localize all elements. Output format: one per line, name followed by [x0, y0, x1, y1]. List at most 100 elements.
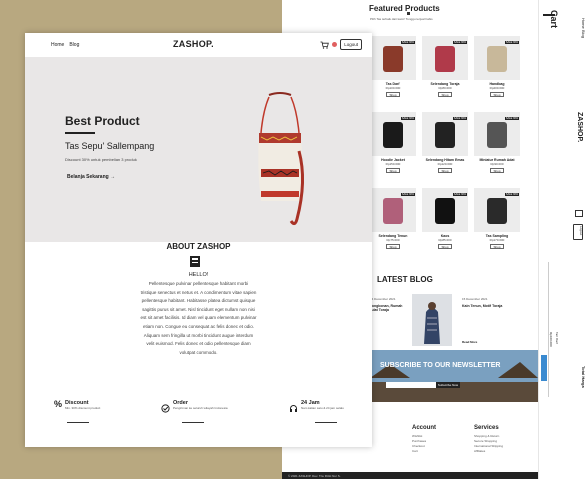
- shop-button[interactable]: Shop: [490, 168, 504, 173]
- product-price: Rp75.000: [386, 238, 400, 242]
- product-image[interactable]: SALE 30%: [422, 36, 468, 80]
- footer-account-link[interactable]: Cart: [412, 449, 426, 454]
- side-checkout-button[interactable]: [541, 355, 547, 381]
- product-image[interactable]: SALE 30%: [370, 112, 416, 156]
- product-image[interactable]: SALE 30%: [422, 188, 468, 232]
- blog-title: LATEST BLOG: [377, 275, 433, 284]
- blog1-date: 14 December 2021: [370, 297, 396, 301]
- product-image[interactable]: SALE 30%: [370, 188, 416, 232]
- about-line: velit euismod. Felis donec et odio pelle…: [146, 341, 251, 347]
- shop-now-link[interactable]: Belanja Sekarang →: [67, 174, 115, 180]
- cart-icon[interactable]: [320, 41, 330, 49]
- top-nav: Home Blog ZASHOP. Logout: [25, 33, 372, 57]
- hero-product-name: Tas Sepu' Sallempang: [65, 141, 155, 151]
- featured-title: Featured Products: [369, 4, 440, 13]
- footer-services-list: Shopping & Return Secure Shopping Intern…: [474, 434, 503, 454]
- side-logout-button[interactable]: Logout: [573, 224, 583, 240]
- sale-tag: SALE 30%: [452, 117, 467, 120]
- product-image[interactable]: SALE 30%: [474, 112, 520, 156]
- product-card[interactable]: SALE 30% Selendang Tenun Rp75.000 Shop: [370, 188, 416, 249]
- product-price: Rp90.000: [490, 162, 504, 166]
- user-avatar[interactable]: [332, 42, 338, 47]
- footer-services-link[interactable]: Affiliates: [474, 449, 503, 454]
- footer-account-list: Wishlist Purchases Checkout Cart: [412, 434, 426, 454]
- about-line: etiam non. Congue eu consequat ac felis …: [142, 323, 255, 329]
- blog2-read-more[interactable]: Read More: [462, 340, 477, 344]
- newsletter-title: SUBSCRIBE TO OUR NEWSLETTER: [380, 362, 501, 369]
- footer-services-title: Services: [474, 425, 499, 431]
- support-icon: [289, 400, 298, 418]
- blog2-date: 15 December 2021: [462, 297, 488, 301]
- product-card[interactable]: SALE 30% Tas Sampling Rp170.000 Shop: [474, 188, 520, 249]
- cart-page-screenshot: Cart Home Blog ZASHOP. Logout Tas' Dari'…: [538, 0, 587, 479]
- newsletter-banner: SUBSCRIBE TO OUR NEWSLETTER Subscribe No…: [370, 350, 538, 402]
- sale-tag: SALE 30%: [504, 117, 519, 120]
- sale-tag: SALE 30%: [400, 41, 415, 44]
- shop-button[interactable]: Shop: [490, 92, 504, 97]
- product-image[interactable]: SALE 30%: [370, 36, 416, 80]
- feature-text: Nam kalian satu & 24 jam selalu: [301, 406, 344, 410]
- feature-underline: [182, 422, 204, 423]
- hero-discount: Discount 30% untuk pembelian 3 produk: [65, 157, 137, 162]
- home-page-screenshot: Home Blog ZASHOP. Logout Best Product Ta…: [25, 33, 372, 447]
- logout-button[interactable]: Logout: [340, 39, 362, 50]
- product-card[interactable]: SALE 30% Hoodie Jacket Rp150.000 Shop: [370, 112, 416, 173]
- product-card[interactable]: SALE 30% Handbag Rp200.000 Shop: [474, 36, 520, 97]
- product-price: Rp120.000: [437, 162, 453, 166]
- product-card[interactable]: SALE 30% Selendang Toraja Rp80.000 Shop: [422, 36, 468, 97]
- sale-tag: SALE 30%: [452, 193, 467, 196]
- feature-text: Min. 30% discount product: [65, 406, 101, 410]
- hero-heading: Best Product: [65, 114, 140, 128]
- shop-button[interactable]: Shop: [386, 92, 400, 97]
- product-price: Rp150.000: [385, 162, 401, 166]
- feature-underline: [67, 422, 89, 423]
- about-title: ABOUT ZASHOP: [166, 242, 231, 251]
- side-cart-icon[interactable]: [575, 210, 583, 217]
- sale-tag: SALE 30%: [504, 41, 519, 44]
- shop-icon: [189, 255, 201, 273]
- shop-button[interactable]: Shop: [490, 244, 504, 249]
- about-line: pellentesque habitant. Habitasse platea …: [141, 298, 256, 304]
- side-nav-home[interactable]: Home: [581, 18, 586, 29]
- product-card[interactable]: SALE 30% Miniatur Rumah Adat Rp90.000 Shop: [474, 112, 520, 173]
- sale-tag: SALE 30%: [400, 117, 415, 120]
- blog1-title[interactable]: Tongkonan, Rumah Adat Toraja: [370, 304, 410, 312]
- product-card[interactable]: SALE 30% Kaos Rp85.000 Shop: [422, 188, 468, 249]
- side-logo: ZASHOP.: [576, 112, 583, 143]
- shop-button[interactable]: Shop: [438, 244, 452, 249]
- about-line: Pellentesque pulvinar pellentesque habit…: [148, 281, 249, 286]
- about-line: tristique senectus et netus et. A condim…: [140, 289, 257, 295]
- about-text: Pellentesque pulvinar pellentesque habit…: [113, 280, 284, 357]
- sale-tag: SALE 30%: [400, 193, 415, 196]
- product-image[interactable]: SALE 30%: [474, 188, 520, 232]
- about-line: volutpat commodo.: [179, 349, 218, 355]
- side-item-name: Tas' Dari': [555, 332, 559, 345]
- product-image[interactable]: SALE 30%: [422, 112, 468, 156]
- shop-button[interactable]: Shop: [386, 168, 400, 173]
- sale-tag: SALE 30%: [504, 193, 519, 196]
- shop-button[interactable]: Shop: [438, 92, 452, 97]
- product-card[interactable]: SALE 30% Selendang Hitam Emas Rp120.000 Sho…: [422, 112, 468, 173]
- newsletter-email-input[interactable]: [386, 382, 436, 388]
- hero-section: Best Product Tas Sepu' Sallempang Discou…: [25, 57, 372, 242]
- hero-heading-bar: [65, 132, 95, 134]
- footer-account-title: Account: [412, 425, 436, 431]
- side-nav-blog[interactable]: Blog: [581, 30, 586, 38]
- nav-home[interactable]: Home: [51, 42, 64, 48]
- subscribe-button[interactable]: Subscribe Now: [436, 382, 460, 388]
- shop-button[interactable]: Shop: [438, 168, 452, 173]
- blog2-title[interactable]: Kain Tenun, Motif Toraja: [462, 304, 504, 308]
- product-price: Rp170.000: [489, 238, 505, 242]
- order-icon: [161, 400, 170, 418]
- feature-text: Pengiriman ke seluruh wilayah Indonesia: [173, 406, 228, 410]
- site-logo[interactable]: ZASHOP.: [173, 39, 214, 49]
- side-logout-label: Logout: [579, 226, 583, 236]
- about-line: sagittis purus sit amet. Nisl tincidunt …: [142, 306, 255, 312]
- product-card[interactable]: SALE 30% Tas Dari' Rp100.000 Shop: [370, 36, 416, 97]
- product-image[interactable]: SALE 30%: [474, 36, 520, 80]
- product-price: Rp100.000: [385, 86, 401, 90]
- feature-underline: [315, 422, 337, 423]
- feature-support: 24 Jam Nam kalian satu & 24 jam selalu: [289, 400, 344, 418]
- shop-button[interactable]: Shop: [386, 244, 400, 249]
- nav-blog[interactable]: Blog: [69, 42, 79, 48]
